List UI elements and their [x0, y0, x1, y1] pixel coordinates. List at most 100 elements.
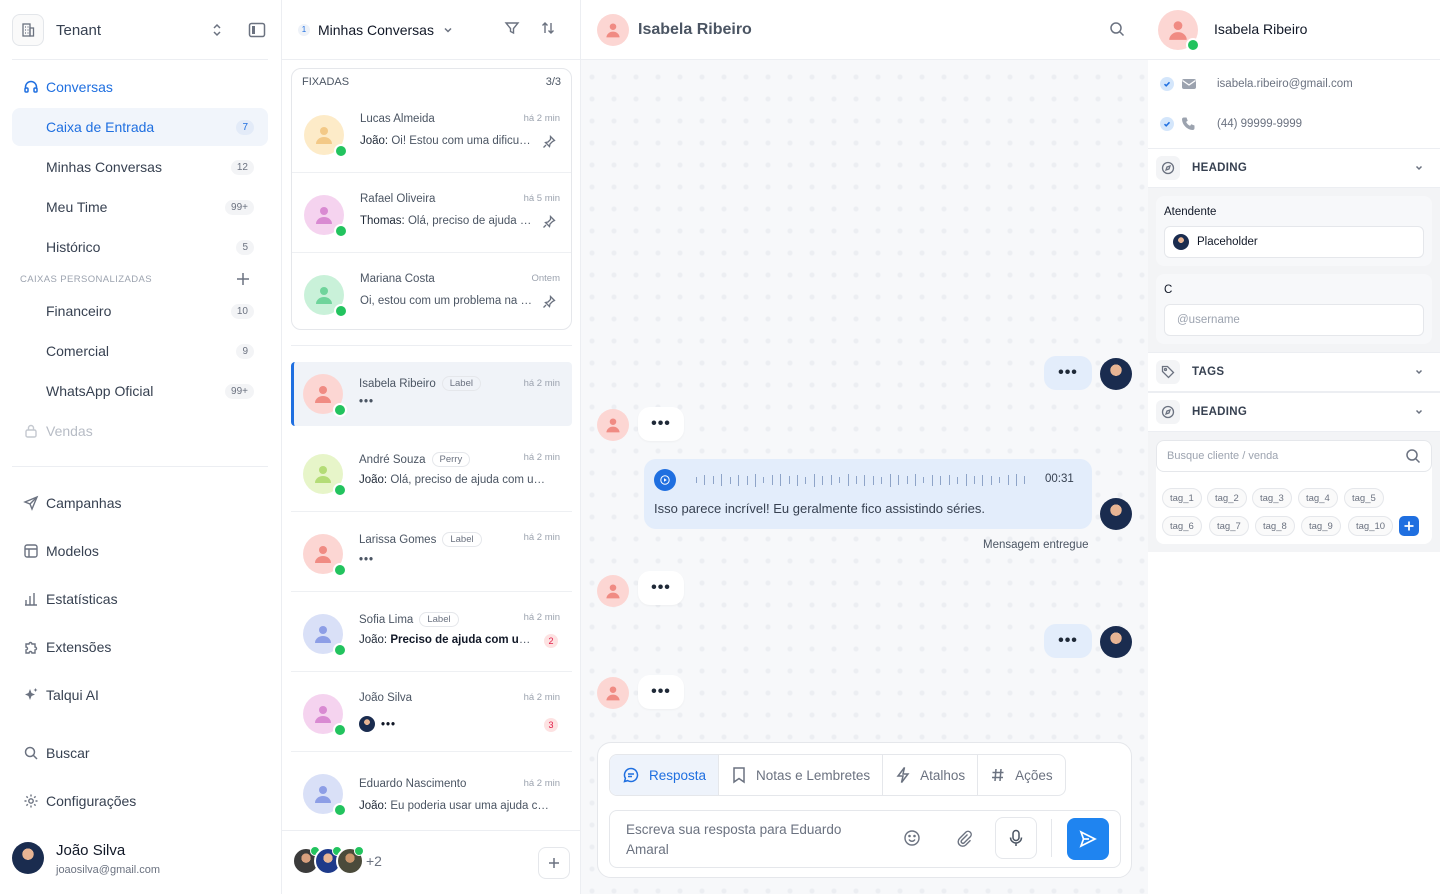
nav-buscar[interactable]: Buscar [12, 734, 268, 772]
attendant-select[interactable]: Placeholder [1164, 226, 1424, 258]
verified-icon [1160, 117, 1174, 131]
agent-avatar [1100, 358, 1132, 390]
search-icon [12, 745, 46, 761]
waveform-bar [822, 475, 824, 485]
username-input[interactable]: @username [1164, 304, 1424, 336]
email-row[interactable]: isabela.ribeiro@gmail.com [1160, 74, 1430, 94]
conversation-item[interactable]: Sofia Lima Label há 2 min João: Preciso d… [291, 594, 572, 672]
agent-avatar [1100, 626, 1132, 658]
whatsapp-icon [333, 643, 347, 657]
tag-chip[interactable]: tag_7 [1209, 516, 1249, 536]
accordion-tags[interactable]: TAGS [1148, 352, 1440, 392]
inbox-selector[interactable]: Minhas Conversas [318, 22, 434, 38]
pin-icon[interactable] [542, 135, 556, 149]
conversation-item[interactable]: Larissa Gomes Label há 2 min ••• [291, 514, 572, 592]
count-badge: 12 [230, 159, 254, 175]
conversation-item[interactable]: André Souza Perry há 2 min João: Olá, pre… [291, 434, 572, 512]
play-button[interactable] [654, 469, 676, 491]
tag-chip[interactable]: tag_6 [1162, 516, 1202, 536]
c-field: C @username [1156, 274, 1432, 344]
accordion-heading-1[interactable]: HEADING [1148, 148, 1440, 188]
tab-resposta[interactable]: Resposta [610, 755, 720, 795]
emoji-icon[interactable] [903, 829, 921, 847]
nav-conversas[interactable]: Conversas [12, 68, 268, 106]
sort-icon[interactable] [540, 20, 556, 36]
contact-header: Isabela Ribeiro [1148, 0, 1440, 60]
tab-acoes[interactable]: Ações [978, 755, 1065, 795]
nav-campanhas[interactable]: Campanhas [12, 484, 268, 522]
tab-notas-e-lembretes[interactable]: Notas e Lembretes [719, 755, 884, 795]
typing-indicator: ••• [359, 396, 375, 408]
search-icon[interactable] [1109, 21, 1125, 37]
divider [12, 466, 268, 467]
timestamp: há 2 min [523, 692, 560, 703]
new-conversation-button[interactable] [538, 847, 570, 879]
paperclip-icon[interactable] [955, 829, 973, 847]
message-preview: João: Oi! Estou com uma dificuldade [360, 135, 532, 147]
conversation-item[interactable]: Lucas Almeida há 2 min João: Oi! Estou c… [292, 95, 571, 173]
waveform-bar [696, 477, 697, 483]
nav-talqui-ai[interactable]: Talqui AI [12, 676, 268, 714]
whatsapp-icon [333, 403, 347, 417]
nav-extensoes[interactable]: Extensões [12, 628, 268, 666]
user-profile[interactable]: João Silva joaosilva@gmail.com [12, 838, 268, 884]
timestamp: há 2 min [523, 778, 560, 789]
chevron-up-down-icon[interactable] [210, 22, 230, 38]
conversation-item[interactable]: João Silva há 2 min ••• 3 [291, 674, 572, 752]
tag-chip[interactable]: tag_10 [1348, 516, 1394, 536]
contact-email: isabela.ribeiro@gmail.com [1217, 78, 1353, 90]
contact-name: Lucas Almeida [360, 113, 435, 125]
phone-row[interactable]: (44) 99999-9999 [1160, 114, 1430, 134]
nav-whatsapp-oficial[interactable]: WhatsApp Oficial 99+ [12, 372, 268, 410]
tag-chip[interactable]: tag_4 [1298, 488, 1338, 508]
chat-bubble-icon [622, 766, 640, 784]
reply-input[interactable]: Escreva sua resposta para Eduardo Amaral [609, 810, 1121, 868]
nav-modelos[interactable]: Modelos [12, 532, 268, 570]
tag-chip[interactable]: tag_2 [1207, 488, 1247, 508]
tab-label: Ações [1015, 767, 1053, 783]
nav-minhas-conversas[interactable]: Minhas Conversas 12 [12, 148, 268, 186]
tag-chip[interactable]: tag_5 [1344, 488, 1384, 508]
microphone-button[interactable] [995, 817, 1037, 859]
conversation-item-active[interactable]: Isabela Ribeiro Label há 2 min ••• [291, 362, 572, 426]
whatsapp-icon [333, 723, 347, 737]
tag-chip[interactable]: tag_8 [1255, 516, 1295, 536]
nav-label: Conversas [46, 79, 113, 95]
tenant-switcher[interactable]: Tenant [12, 12, 268, 48]
nav-meu-time[interactable]: Meu Time 99+ [12, 188, 268, 226]
audio-waveform[interactable] [696, 473, 1026, 487]
tag-chip[interactable]: tag_9 [1301, 516, 1341, 536]
plus-icon[interactable] [234, 270, 252, 288]
add-tag-button[interactable] [1399, 516, 1419, 536]
nav-financeiro[interactable]: Financeiro 10 [12, 292, 268, 330]
count-badge: 9 [236, 343, 254, 359]
accordion-label: TAGS [1192, 366, 1225, 378]
sidebar-collapse-icon[interactable] [248, 22, 268, 38]
waveform-bar [746, 475, 748, 485]
pin-icon[interactable] [542, 215, 556, 229]
conversation-item[interactable]: Rafael Oliveira há 5 min Thomas: Olá, pr… [292, 175, 571, 253]
conversation-item[interactable]: Mariana Costa Ontem Oi, estou com um pro… [292, 255, 571, 329]
nav-estatisticas[interactable]: Estatísticas [12, 580, 268, 618]
nav-historico[interactable]: Histórico 5 [12, 228, 268, 266]
tag-chip[interactable]: tag_3 [1252, 488, 1292, 508]
count-badge: 99+ [225, 383, 254, 399]
accordion-heading-2[interactable]: HEADING [1148, 392, 1440, 432]
chevron-down-icon[interactable] [442, 24, 454, 36]
waveform-bar [763, 477, 765, 483]
contact-name: Rafael Oliveira [360, 193, 436, 205]
tab-atalhos[interactable]: Atalhos [883, 755, 979, 795]
timestamp: há 2 min [523, 612, 560, 623]
pin-icon[interactable] [542, 295, 556, 309]
filter-icon[interactable] [504, 20, 520, 36]
nav-vendas[interactable]: Vendas [12, 412, 268, 450]
nav-comercial[interactable]: Comercial 9 [12, 332, 268, 370]
tag-search-input[interactable]: Busque cliente / venda [1156, 440, 1432, 472]
tag-chip[interactable]: tag_1 [1162, 488, 1202, 508]
online-agents[interactable]: +2 [292, 846, 382, 875]
message-preview: ••• [359, 716, 531, 732]
conversation-item[interactable]: Eduardo Nascimento há 2 min João: Eu pod… [291, 754, 572, 832]
nav-configuracoes[interactable]: Configurações [12, 782, 268, 820]
send-button[interactable] [1067, 818, 1109, 860]
nav-caixa-de-entrada[interactable]: Caixa de Entrada 7 [12, 108, 268, 146]
